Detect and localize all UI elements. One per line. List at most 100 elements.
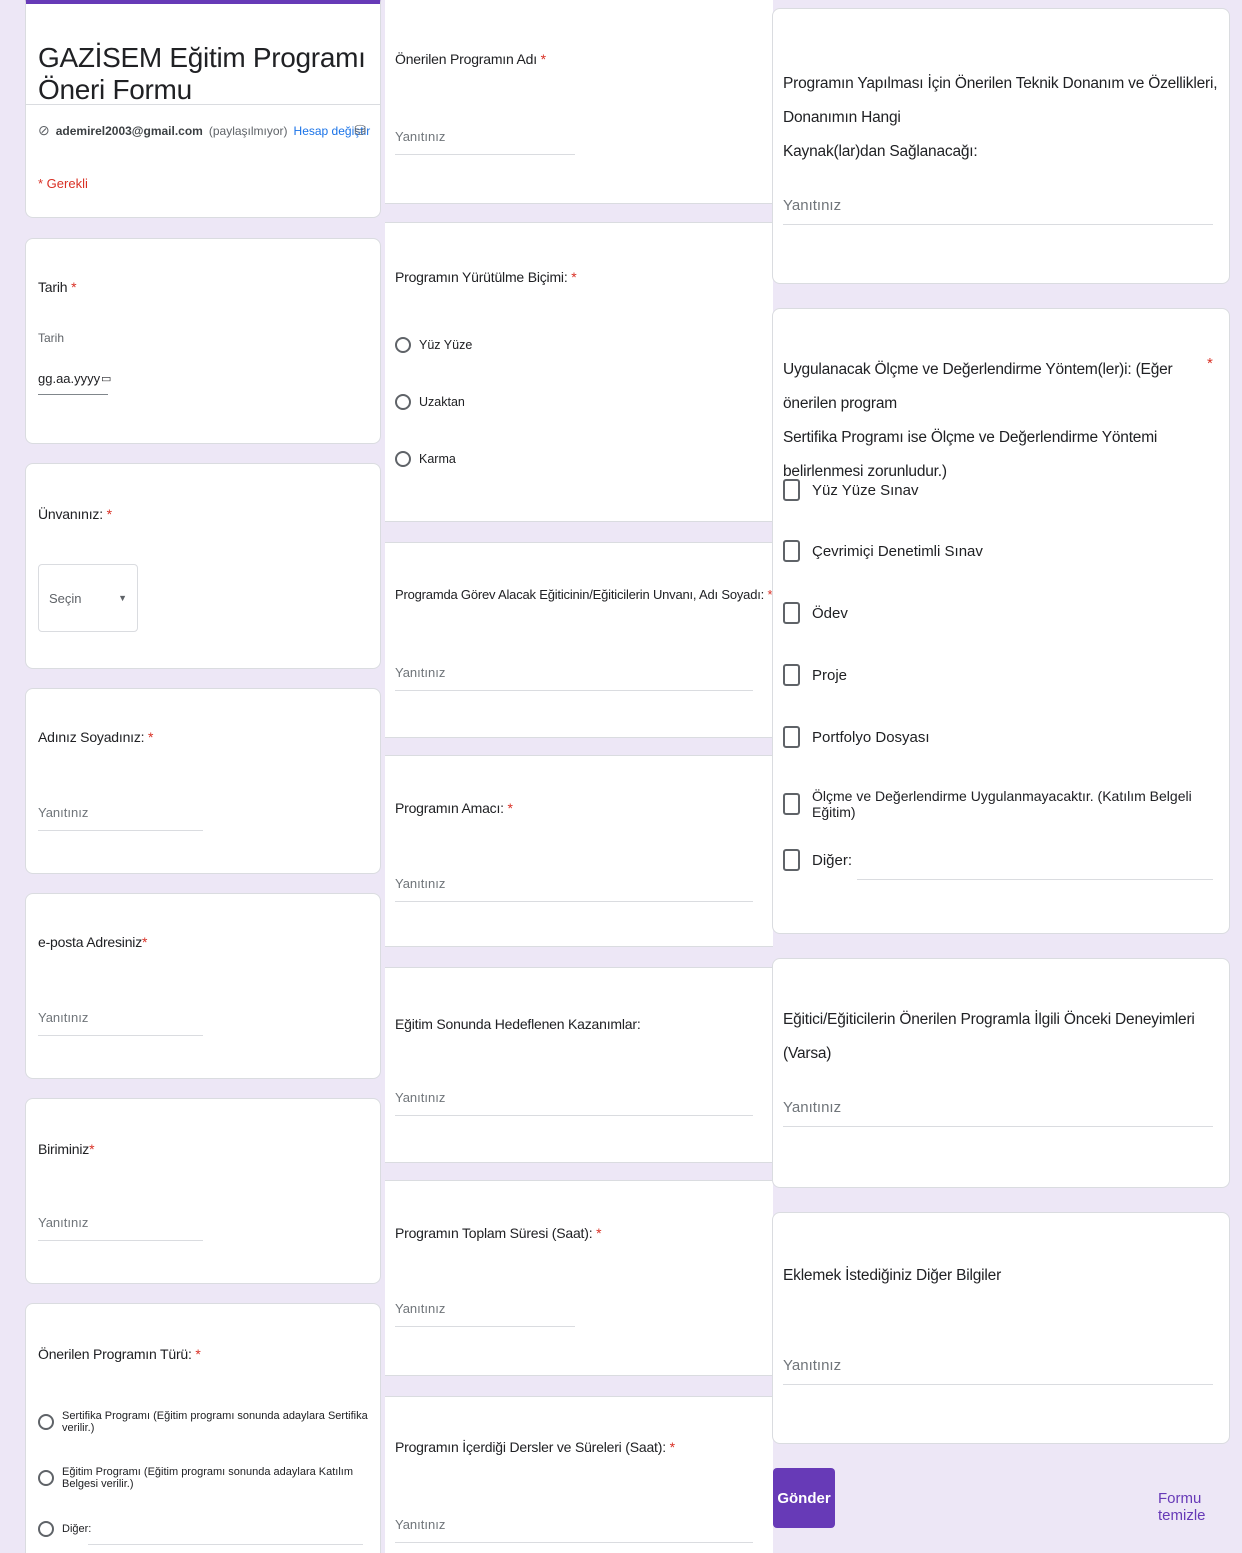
other-text-input[interactable]	[857, 879, 1213, 880]
checkbox-option-no-assessment[interactable]: Ölçme ve Değerlendirme Uygulanmayacaktır…	[783, 788, 1229, 820]
purpose-input[interactable]: Yanıtınız	[395, 876, 753, 902]
checkbox[interactable]	[783, 726, 800, 748]
radio-option-hybrid[interactable]: Karma	[395, 451, 456, 467]
question-program-type: Önerilen Programın Türü: * Sertifika Pro…	[25, 1303, 381, 1553]
cloud-save-icon: ⛁	[354, 122, 366, 138]
checkbox-option-portfolio[interactable]: Portfolyo Dosyası	[783, 726, 930, 748]
radio-option-training[interactable]: Eğitim Programı (Eğitim programı sonunda…	[38, 1466, 380, 1490]
checkbox-option-face-exam[interactable]: Yüz Yüze Sınav	[783, 479, 918, 501]
question-label: Eklemek İstediğiniz Diğer Bilgiler	[783, 1267, 1002, 1284]
duration-input[interactable]: Yanıtınız	[395, 1301, 575, 1327]
required-star: *	[1207, 355, 1213, 372]
form-column-1: GAZİSEM Eğitim Programı Öneri Formu ⊘ ad…	[0, 0, 385, 1553]
form-title: GAZİSEM Eğitim Programı Öneri Formu	[38, 42, 366, 105]
other-info-input[interactable]: Yanıtınız	[783, 1357, 1213, 1385]
radio-button[interactable]	[395, 394, 411, 410]
radio-option-certificate[interactable]: Sertifika Programı (Eğitim programı sonu…	[38, 1410, 380, 1434]
date-input[interactable]: gg.aa.yyyy	[38, 371, 108, 395]
radio-option-other[interactable]: Diğer:	[38, 1521, 91, 1537]
question-duration: Programın Toplam Süresi (Saat): * Yanıtı…	[385, 1180, 773, 1376]
option-label: Ölçme ve Değerlendirme Uygulanmayacaktır…	[812, 788, 1192, 820]
trainers-input[interactable]: Yanıtınız	[395, 665, 753, 691]
unit-input[interactable]: Yanıtınız	[38, 1215, 203, 1241]
option-label: Diğer:	[812, 851, 853, 869]
question-purpose: Programın Amacı: * Yanıtınız	[385, 755, 773, 947]
question-equipment: Programın Yapılması İçin Önerilen Teknik…	[772, 8, 1230, 284]
question-label: Programın Yapılması İçin Önerilen Teknik…	[783, 75, 1218, 160]
question-title: Ünvanınız: * Seçin ▼	[25, 463, 381, 669]
equipment-input[interactable]: Yanıtınız	[783, 197, 1213, 225]
form-header-card: GAZİSEM Eğitim Programı Öneri Formu ⊘ ad…	[25, 0, 381, 218]
courses-input[interactable]: Yanıtınız	[395, 1517, 753, 1543]
option-label: Sertifika Programı (Eğitim programı sonu…	[62, 1410, 368, 1434]
checkbox[interactable]	[783, 849, 800, 871]
divider	[26, 104, 380, 105]
question-label: Önerilen Programın Adı *	[395, 51, 546, 67]
question-label: e-posta Adresiniz*	[38, 934, 148, 950]
radio-option-face-to-face[interactable]: Yüz Yüze	[395, 337, 472, 353]
option-label: Eğitim Programı (Eğitim programı sonunda…	[62, 1466, 354, 1490]
checkbox-option-other[interactable]: Diğer:	[783, 849, 852, 871]
submit-button[interactable]: Gönder	[773, 1468, 835, 1528]
radio-option-remote[interactable]: Uzaktan	[395, 394, 465, 410]
option-label: Proje	[812, 666, 848, 684]
radio-button[interactable]	[38, 1414, 54, 1430]
question-label: Eğitim Sonunda Hedeflenen Kazanımlar:	[395, 1016, 641, 1032]
radio-button[interactable]	[38, 1470, 54, 1486]
outcomes-input[interactable]: Yanıtınız	[395, 1090, 753, 1116]
title-select[interactable]: Seçin ▼	[38, 564, 138, 632]
question-program-name: Önerilen Programın Adı * Yanıtınız	[385, 0, 773, 204]
question-label: Programın Toplam Süresi (Saat): *	[395, 1225, 602, 1241]
question-trainers: Programda Görev Alacak Eğiticinin/Eğitic…	[385, 542, 773, 738]
option-label: Uzaktan	[419, 395, 465, 409]
option-label: Portfolyo Dosyası	[812, 728, 930, 746]
question-label: Adınız Soyadınız: *	[38, 729, 154, 745]
calendar-icon[interactable]: ▭	[101, 372, 111, 385]
program-name-input[interactable]: Yanıtınız	[395, 129, 575, 155]
option-label: Çevrimiçi Denetimli Sınav	[812, 542, 983, 560]
question-format: Programın Yürütülme Biçimi: * Yüz Yüze U…	[385, 222, 773, 522]
radio-button[interactable]	[395, 337, 411, 353]
question-unit: Biriminiz* Yanıtınız	[25, 1098, 381, 1284]
checkbox-option-homework[interactable]: Ödev	[783, 602, 848, 624]
option-label: Yüz Yüze Sınav	[812, 481, 919, 499]
other-text-input[interactable]	[88, 1544, 363, 1545]
question-label: Programın İçerdiği Dersler ve Süreleri (…	[395, 1439, 675, 1455]
name-input[interactable]: Yanıtınız	[38, 805, 203, 831]
question-name: Adınız Soyadınız: * Yanıtınız	[25, 688, 381, 874]
experience-input[interactable]: Yanıtınız	[783, 1099, 1213, 1127]
account-email: ademirel2003@gmail.com	[55, 123, 203, 138]
date-sub-label: Tarih	[38, 331, 65, 345]
clear-form-link[interactable]: Formu temizle	[1158, 1490, 1242, 1524]
question-date: Tarih * Tarih gg.aa.yyyy ▭	[25, 238, 381, 444]
question-label: Programda Görev Alacak Eğiticinin/Eğitic…	[395, 587, 773, 602]
not-shared-icon: ⊘	[38, 122, 50, 138]
question-label: Uygulanacak Ölçme ve Değerlendirme Yönte…	[783, 361, 1173, 480]
question-label: Ünvanınız: *	[38, 506, 112, 522]
dropdown-caret-icon: ▼	[118, 593, 127, 603]
checkbox-option-online-exam[interactable]: Çevrimiçi Denetimli Sınav	[783, 540, 983, 562]
checkbox[interactable]	[783, 479, 800, 501]
required-note: * Gerekli	[38, 176, 88, 191]
checkbox[interactable]	[783, 793, 800, 815]
radio-button[interactable]	[395, 451, 411, 467]
question-experience: Eğitici/Eğiticilerin Önerilen Programla …	[772, 958, 1230, 1188]
question-assessment: Uygulanacak Ölçme ve Değerlendirme Yönte…	[772, 308, 1230, 934]
radio-button[interactable]	[38, 1521, 54, 1537]
question-courses: Programın İçerdiği Dersler ve Süreleri (…	[385, 1396, 773, 1553]
checkbox[interactable]	[783, 540, 800, 562]
option-label: Karma	[419, 452, 456, 466]
checkbox[interactable]	[783, 664, 800, 686]
account-note: (paylaşılmıyor)	[208, 123, 288, 138]
question-label: Önerilen Programın Türü: *	[38, 1346, 201, 1362]
form-column-2: Önerilen Programın Adı * Yanıtınız Progr…	[385, 0, 773, 1553]
option-label: Yüz Yüze	[419, 338, 473, 352]
option-label: Ödev	[812, 604, 848, 622]
checkbox-option-project[interactable]: Proje	[783, 664, 847, 686]
question-email: e-posta Adresiniz* Yanıtınız	[25, 893, 381, 1079]
email-input[interactable]: Yanıtınız	[38, 1010, 203, 1036]
question-outcomes: Eğitim Sonunda Hedeflenen Kazanımlar: Ya…	[385, 967, 773, 1163]
question-label: Eğitici/Eğiticilerin Önerilen Programla …	[783, 1011, 1195, 1062]
account-row: ⊘ ademirel2003@gmail.com (paylaşılmıyor)…	[38, 122, 370, 139]
checkbox[interactable]	[783, 602, 800, 624]
